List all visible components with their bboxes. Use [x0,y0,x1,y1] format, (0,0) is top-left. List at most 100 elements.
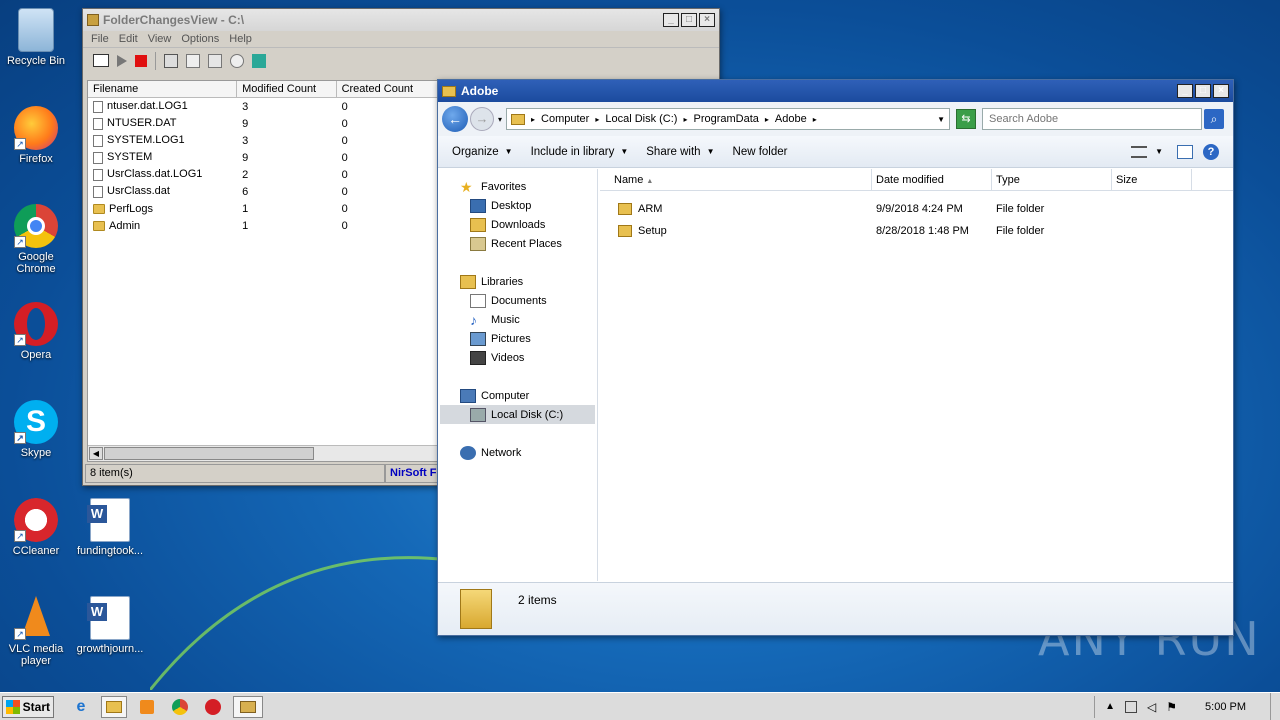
table-row[interactable]: ntuser.dat.LOG1 3 0 [88,98,438,115]
maximize-button[interactable]: □ [681,13,697,27]
close-button[interactable]: × [699,13,715,27]
column-modified-count[interactable]: Modified Count [237,81,337,97]
new-folder-button[interactable]: New folder [733,146,788,158]
breadcrumb-computer[interactable]: Computer [541,113,589,125]
nav-pictures[interactable]: Pictures [470,332,531,346]
breadcrumb-programdata[interactable]: ProgramData [693,113,758,125]
action-center-flag-icon[interactable]: ⚑ [1166,700,1177,714]
scroll-thumb[interactable] [104,447,314,460]
nav-local-disk[interactable]: Local Disk (C:) [470,408,563,422]
column-type[interactable]: Type [992,169,1112,190]
vlc-icon[interactable]: ↗ VLC media player [0,596,72,667]
word-document-icon[interactable]: W fundingtook... [74,498,146,557]
breadcrumb-adobe[interactable]: Adobe [775,113,807,125]
table-row[interactable]: UsrClass.dat 6 0 [88,183,438,200]
nav-computer[interactable]: Computer [460,389,529,403]
explorer-titlebar[interactable]: Adobe _ □ × [438,80,1233,102]
network-tray-icon[interactable] [1125,700,1138,713]
fcv-titlebar[interactable]: FolderChangesView - C:\ _ □ × [83,9,719,31]
table-row[interactable]: SYSTEM.LOG1 3 0 [88,132,438,149]
windows-logo-icon [6,699,20,714]
maximize-button[interactable]: □ [1195,84,1211,98]
search-icon[interactable]: ⌕ [1204,109,1225,129]
table-row[interactable]: PerfLogs 1 0 [88,200,438,217]
nav-documents[interactable]: Documents [470,294,547,308]
scroll-left-arrow[interactable]: ◀ [89,447,103,460]
exit-icon[interactable] [252,53,266,68]
stop-icon[interactable] [135,54,147,67]
nav-libraries[interactable]: Libraries [460,275,523,289]
breadcrumb-local-disk[interactable]: Local Disk (C:) [605,113,677,125]
column-name[interactable]: Name ▲ [600,169,872,190]
nav-music[interactable]: ♪ Music [470,313,520,327]
nav-favorites[interactable]: ★ Favorites [460,180,526,194]
opera-icon[interactable]: ↗ Opera [0,302,72,361]
recent-pages-dropdown[interactable]: ▾ [498,115,502,124]
search-input[interactable] [989,113,1196,125]
column-filename[interactable]: Filename [88,81,238,97]
minimize-button[interactable]: _ [1177,84,1193,98]
play-icon[interactable] [117,54,127,67]
nav-recent-places[interactable]: Recent Places [470,237,562,251]
refresh-button[interactable]: ⇆ [956,109,977,129]
save-icon[interactable] [164,53,178,68]
nav-videos[interactable]: Videos [470,351,524,365]
media-player-icon[interactable] [134,696,160,718]
preview-pane-icon[interactable] [1177,144,1193,159]
column-date-modified[interactable]: Date modified [872,169,992,190]
clock[interactable]: 5:00 PM [1205,701,1246,713]
firefox-icon[interactable]: ↗ Firefox [0,106,72,165]
nav-desktop[interactable]: Desktop [470,199,531,213]
file-row[interactable]: Setup 8/28/2018 1:48 PM File folder [600,220,1233,242]
menu-help[interactable]: Help [229,33,252,45]
horizontal-scrollbar[interactable]: ◀ [88,445,438,461]
status-nirsoft-link[interactable]: NirSoft F [385,464,445,483]
search-box[interactable] [982,108,1203,130]
view-options-icon[interactable] [1131,145,1148,158]
fcv-listview[interactable]: Filename Modified Count Created Count nt… [87,80,439,462]
include-in-library-button[interactable]: Include in library ▼ [531,146,629,158]
address-dropdown[interactable]: ▼ [937,115,945,124]
organize-button[interactable]: Organize ▼ [452,146,513,158]
properties-icon[interactable] [208,53,222,68]
skype-icon[interactable]: S ↗ Skype [0,400,72,459]
file-list[interactable]: Name ▲ Date modified Type Size ARM 9/9/20… [600,169,1233,581]
view-dropdown[interactable]: ▼ [1155,147,1163,156]
copy-icon[interactable] [186,53,200,68]
explorer-taskbar-icon[interactable] [101,695,127,718]
menu-file[interactable]: File [91,33,109,45]
share-with-button[interactable]: Share with ▼ [646,146,714,158]
address-bar[interactable]: ▸ Computer ▸ Local Disk (C:) ▸ ProgramData… [506,108,951,130]
table-row[interactable]: SYSTEM 9 0 [88,149,438,166]
internet-explorer-icon[interactable]: e [68,696,94,718]
folderchangesview-taskbar-icon[interactable] [233,695,263,718]
volume-icon[interactable]: ◁ [1147,700,1156,714]
recycle-bin-icon[interactable]: Recycle Bin [0,8,72,67]
start-button[interactable]: Start [2,695,54,718]
minimize-button[interactable]: _ [663,13,679,27]
column-size[interactable]: Size [1112,169,1192,190]
find-icon[interactable] [230,53,244,68]
menu-view[interactable]: View [148,33,172,45]
ccleaner-icon[interactable]: ↗ CCleaner [0,498,72,557]
menu-edit[interactable]: Edit [119,33,138,45]
column-created-count[interactable]: Created Count [337,81,438,97]
word-document-icon[interactable]: W growthjourn... [74,596,146,655]
chrome-icon[interactable]: ↗ Google Chrome [0,204,72,275]
help-icon[interactable]: ? [1203,143,1219,160]
nav-network[interactable]: Network [460,446,521,460]
show-hidden-icons-arrow[interactable]: ▲ [1105,701,1115,712]
close-button[interactable]: × [1213,84,1229,98]
chrome-taskbar-icon[interactable] [167,696,193,718]
opera-taskbar-icon[interactable] [200,696,226,718]
window-icon[interactable] [93,54,109,67]
back-button[interactable]: ← [442,106,468,132]
table-row[interactable]: Admin 1 0 [88,217,438,234]
menu-options[interactable]: Options [181,33,219,45]
file-row[interactable]: ARM 9/9/2018 4:24 PM File folder [600,198,1233,220]
show-desktop-button[interactable] [1270,692,1280,720]
nav-downloads[interactable]: Downloads [470,218,545,232]
table-row[interactable]: UsrClass.dat.LOG1 2 0 [88,166,438,183]
table-row[interactable]: NTUSER.DAT 9 0 [88,115,438,132]
forward-button[interactable]: → [470,107,494,131]
